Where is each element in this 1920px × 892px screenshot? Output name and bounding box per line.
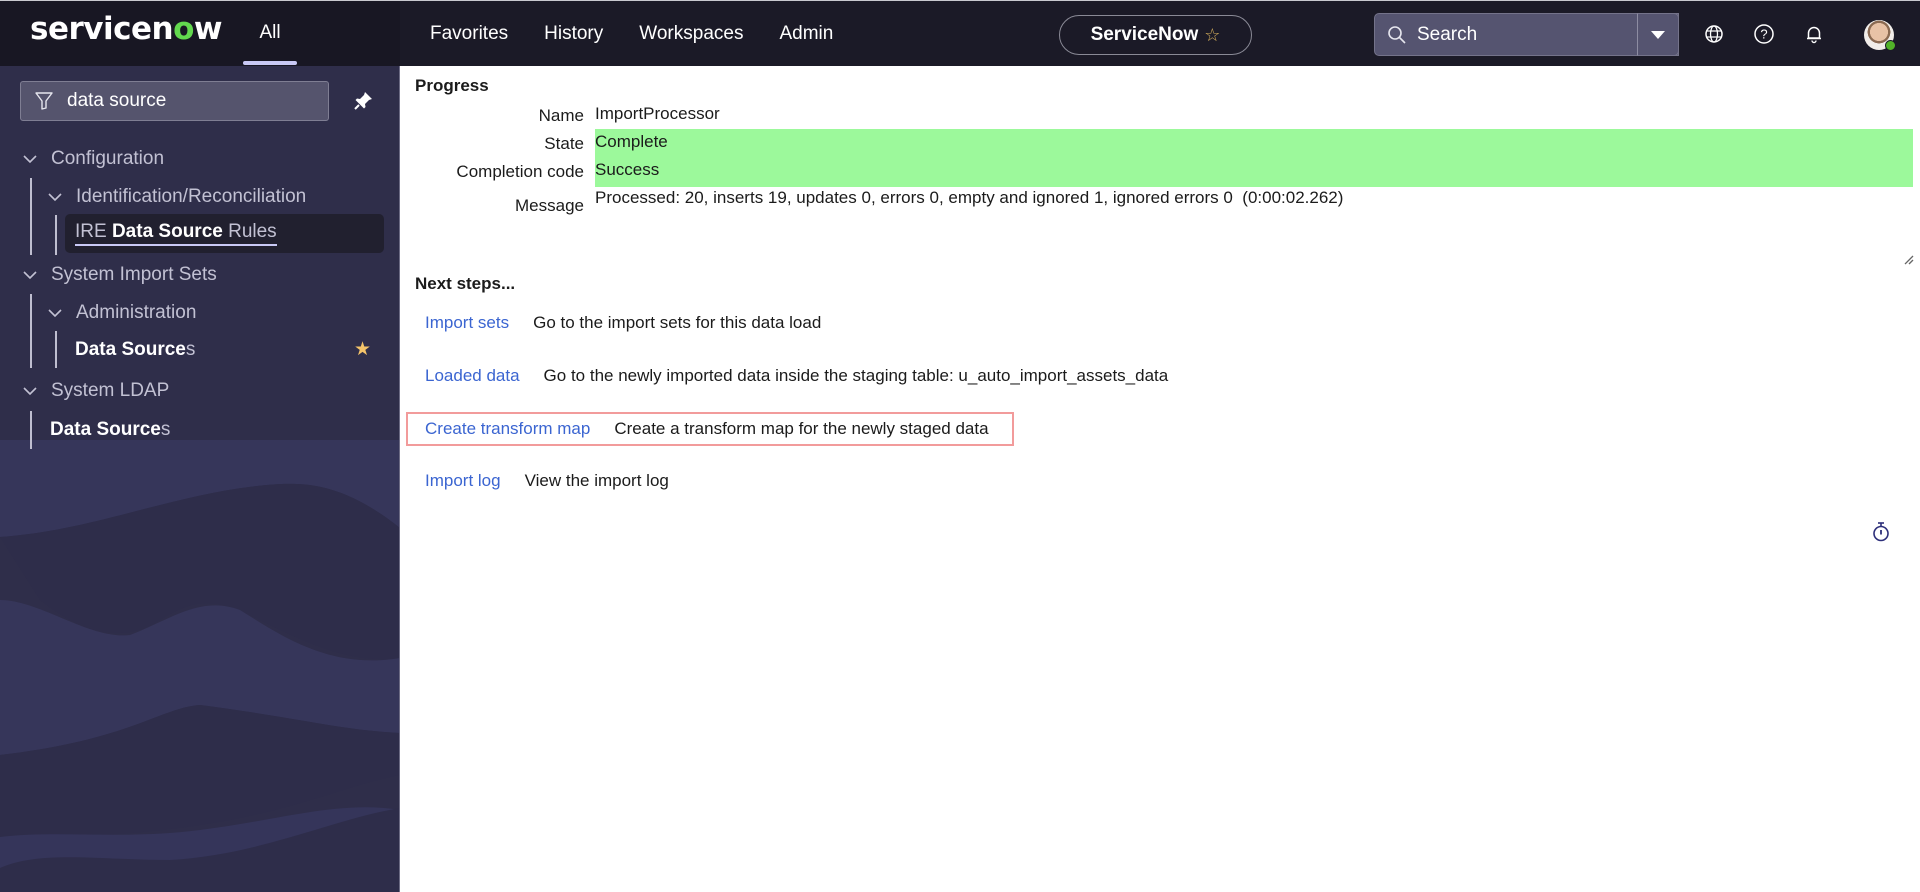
stopwatch-icon[interactable] — [1871, 521, 1891, 543]
star-outline-icon[interactable]: ☆ — [1204, 25, 1220, 46]
step-description: Create a transform map for the newly sta… — [614, 419, 989, 438]
sidebar-item-administration[interactable]: Administration — [48, 298, 196, 328]
progress-heading: Progress — [415, 76, 489, 95]
sidebar-item-label: Configuration — [51, 148, 165, 169]
instance-name-button[interactable]: ServiceNow ☆ — [1059, 15, 1252, 55]
logo-o: o — [173, 11, 194, 47]
nav-admin[interactable]: Admin — [779, 23, 833, 45]
sidebar-item-label: IRE Data Source Rules — [75, 221, 277, 246]
active-tab-indicator — [243, 61, 297, 65]
sidebar-item-label: Identification/Reconciliation — [76, 186, 307, 207]
bell-icon[interactable] — [1801, 21, 1827, 47]
sidebar-item-label: Administration — [76, 302, 197, 323]
favorite-star-icon[interactable]: ★ — [354, 338, 371, 361]
global-search-input[interactable]: Search — [1374, 13, 1679, 56]
step-description: Go to the import sets for this data load — [533, 313, 822, 332]
resize-handle-icon[interactable] — [1901, 252, 1915, 266]
sidebar-item-ire-data-source-rules[interactable]: IRE Data Source Rules — [65, 214, 384, 253]
next-steps-heading: Next steps... — [415, 274, 516, 293]
field-label-completion-code: Completion code — [456, 162, 584, 181]
search-scope-dropdown[interactable] — [1637, 13, 1679, 56]
main-nav: Favorites History Workspaces Admin — [430, 1, 833, 67]
top-header: servicenow All Favorites History Workspa… — [0, 0, 1920, 67]
nav-favorites[interactable]: Favorites — [430, 23, 508, 45]
step-description: View the import log — [524, 471, 669, 490]
label-match: Data Source — [111, 221, 223, 242]
loaded-data-link[interactable]: Loaded data — [425, 366, 520, 386]
filter-icon — [35, 92, 53, 110]
label-match: Data Source — [75, 339, 186, 360]
servicenow-logo[interactable]: servicenow — [30, 11, 223, 47]
caret-down-icon — [1651, 30, 1665, 39]
tab-all[interactable]: All — [243, 1, 297, 67]
create-transform-map-link[interactable]: Create transform map — [425, 419, 590, 439]
navigator-filter-input[interactable] — [20, 81, 329, 121]
sidebar-background-waves — [0, 440, 399, 892]
sidebar-item-data-sources-ldap[interactable]: Data Source s — [50, 415, 170, 445]
tree-guide-line — [55, 215, 57, 255]
field-value-completion-code: Success — [595, 160, 660, 179]
help-icon[interactable]: ? — [1751, 21, 1777, 47]
label-match: Data Source — [50, 419, 161, 440]
step-description: Go to the newly imported data inside the… — [543, 366, 1169, 385]
user-avatar[interactable] — [1864, 20, 1896, 51]
search-icon — [1388, 25, 1406, 44]
import-log-link[interactable]: Import log — [425, 471, 501, 491]
tree-guide-line — [30, 178, 32, 255]
chevron-down-icon — [23, 271, 37, 280]
sidebar-item-identification-reconciliation[interactable]: Identification/Reconciliation — [48, 182, 306, 212]
tree-guide-line — [30, 411, 32, 449]
next-step-loaded-data: Loaded data Go to the newly imported dat… — [425, 366, 1168, 386]
field-label-state: State — [544, 134, 584, 153]
logo-area: servicenow All — [0, 1, 400, 67]
navigator-sidebar: Configuration Identification/Reconciliat… — [0, 66, 400, 892]
field-value-message: Processed: 20, inserts 19, updates 0, er… — [595, 188, 1344, 207]
search-placeholder: Search — [1417, 23, 1478, 45]
tree-guide-line — [30, 294, 32, 368]
logo-text-end: w — [193, 11, 223, 47]
next-step-import-sets: Import sets Go to the import sets for th… — [425, 313, 821, 333]
svg-text:?: ? — [1760, 27, 1767, 42]
chevron-down-icon — [48, 309, 62, 318]
globe-icon[interactable] — [1701, 21, 1727, 47]
instance-name-label: ServiceNow — [1090, 24, 1199, 45]
status-success-highlight — [595, 129, 1913, 187]
next-step-create-transform-map: Create transform map Create a transform … — [425, 419, 989, 439]
nav-history[interactable]: History — [544, 23, 603, 45]
chevron-down-icon — [23, 155, 37, 164]
import-sets-link[interactable]: Import sets — [425, 313, 509, 333]
presence-online-indicator — [1885, 40, 1896, 51]
sidebar-item-data-sources-import[interactable]: Data Source s — [75, 335, 195, 365]
next-step-import-log: Import log View the import log — [425, 471, 669, 491]
logo-text: servicen — [30, 11, 174, 47]
tree-guide-line — [55, 331, 57, 368]
label-suffix: s — [185, 339, 196, 360]
tab-all-label: All — [259, 22, 281, 43]
field-label-message: Message — [515, 196, 584, 215]
label-suffix: s — [160, 419, 171, 440]
label-suffix: Rules — [222, 221, 277, 242]
sidebar-item-configuration[interactable]: Configuration — [23, 144, 164, 174]
chevron-down-icon — [23, 387, 37, 396]
main-content: Progress Name ImportProcessor State Comp… — [401, 66, 1920, 892]
pin-icon[interactable] — [352, 90, 374, 112]
label-prefix: IRE — [75, 221, 112, 242]
sidebar-item-system-import-sets[interactable]: System Import Sets — [23, 260, 217, 290]
sidebar-item-label: System Import Sets — [51, 264, 217, 285]
filter-text[interactable] — [67, 90, 307, 112]
field-value-state: Complete — [595, 132, 668, 151]
chevron-down-icon — [48, 193, 62, 202]
field-label-name: Name — [538, 106, 584, 125]
nav-workspaces[interactable]: Workspaces — [639, 23, 743, 45]
field-value-name: ImportProcessor — [595, 104, 720, 123]
sidebar-item-system-ldap[interactable]: System LDAP — [23, 376, 169, 406]
sidebar-item-label: System LDAP — [51, 380, 170, 401]
